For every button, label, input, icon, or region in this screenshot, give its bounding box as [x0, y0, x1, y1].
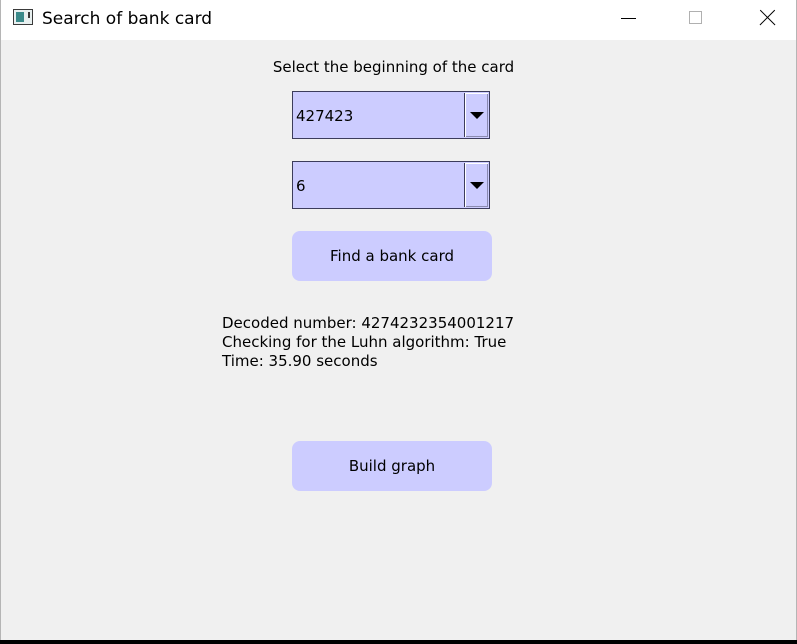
maximize-button[interactable]: [673, 0, 719, 38]
chevron-down-icon[interactable]: [464, 93, 488, 137]
app-window: Search of bank card Select the beginning…: [0, 0, 797, 640]
build-graph-button[interactable]: Build graph: [292, 441, 492, 491]
chevron-down-icon[interactable]: [464, 163, 488, 207]
select-card-prefix-label: Select the beginning of the card: [272, 58, 515, 76]
luhn-check-text: Checking for the Luhn algorithm: True: [222, 333, 507, 351]
title-bar[interactable]: Search of bank card: [1, 0, 796, 40]
decoded-number-text: Decoded number: 4274232354001217: [222, 314, 515, 332]
app-window-icon: [13, 9, 33, 25]
second-select[interactable]: 6: [292, 161, 490, 209]
window-title: Search of bank card: [42, 9, 213, 29]
elapsed-time-text: Time: 35.90 seconds: [222, 352, 378, 370]
card-prefix-select[interactable]: 427423: [292, 91, 490, 139]
minimize-button[interactable]: [605, 0, 651, 38]
close-icon: [759, 10, 775, 26]
card-prefix-select-value: 427423: [296, 107, 354, 125]
minimize-icon: [621, 18, 636, 19]
maximize-icon: [689, 11, 702, 24]
second-select-value: 6: [296, 177, 306, 195]
close-button[interactable]: [743, 0, 789, 38]
find-bank-card-button[interactable]: Find a bank card: [292, 231, 492, 281]
